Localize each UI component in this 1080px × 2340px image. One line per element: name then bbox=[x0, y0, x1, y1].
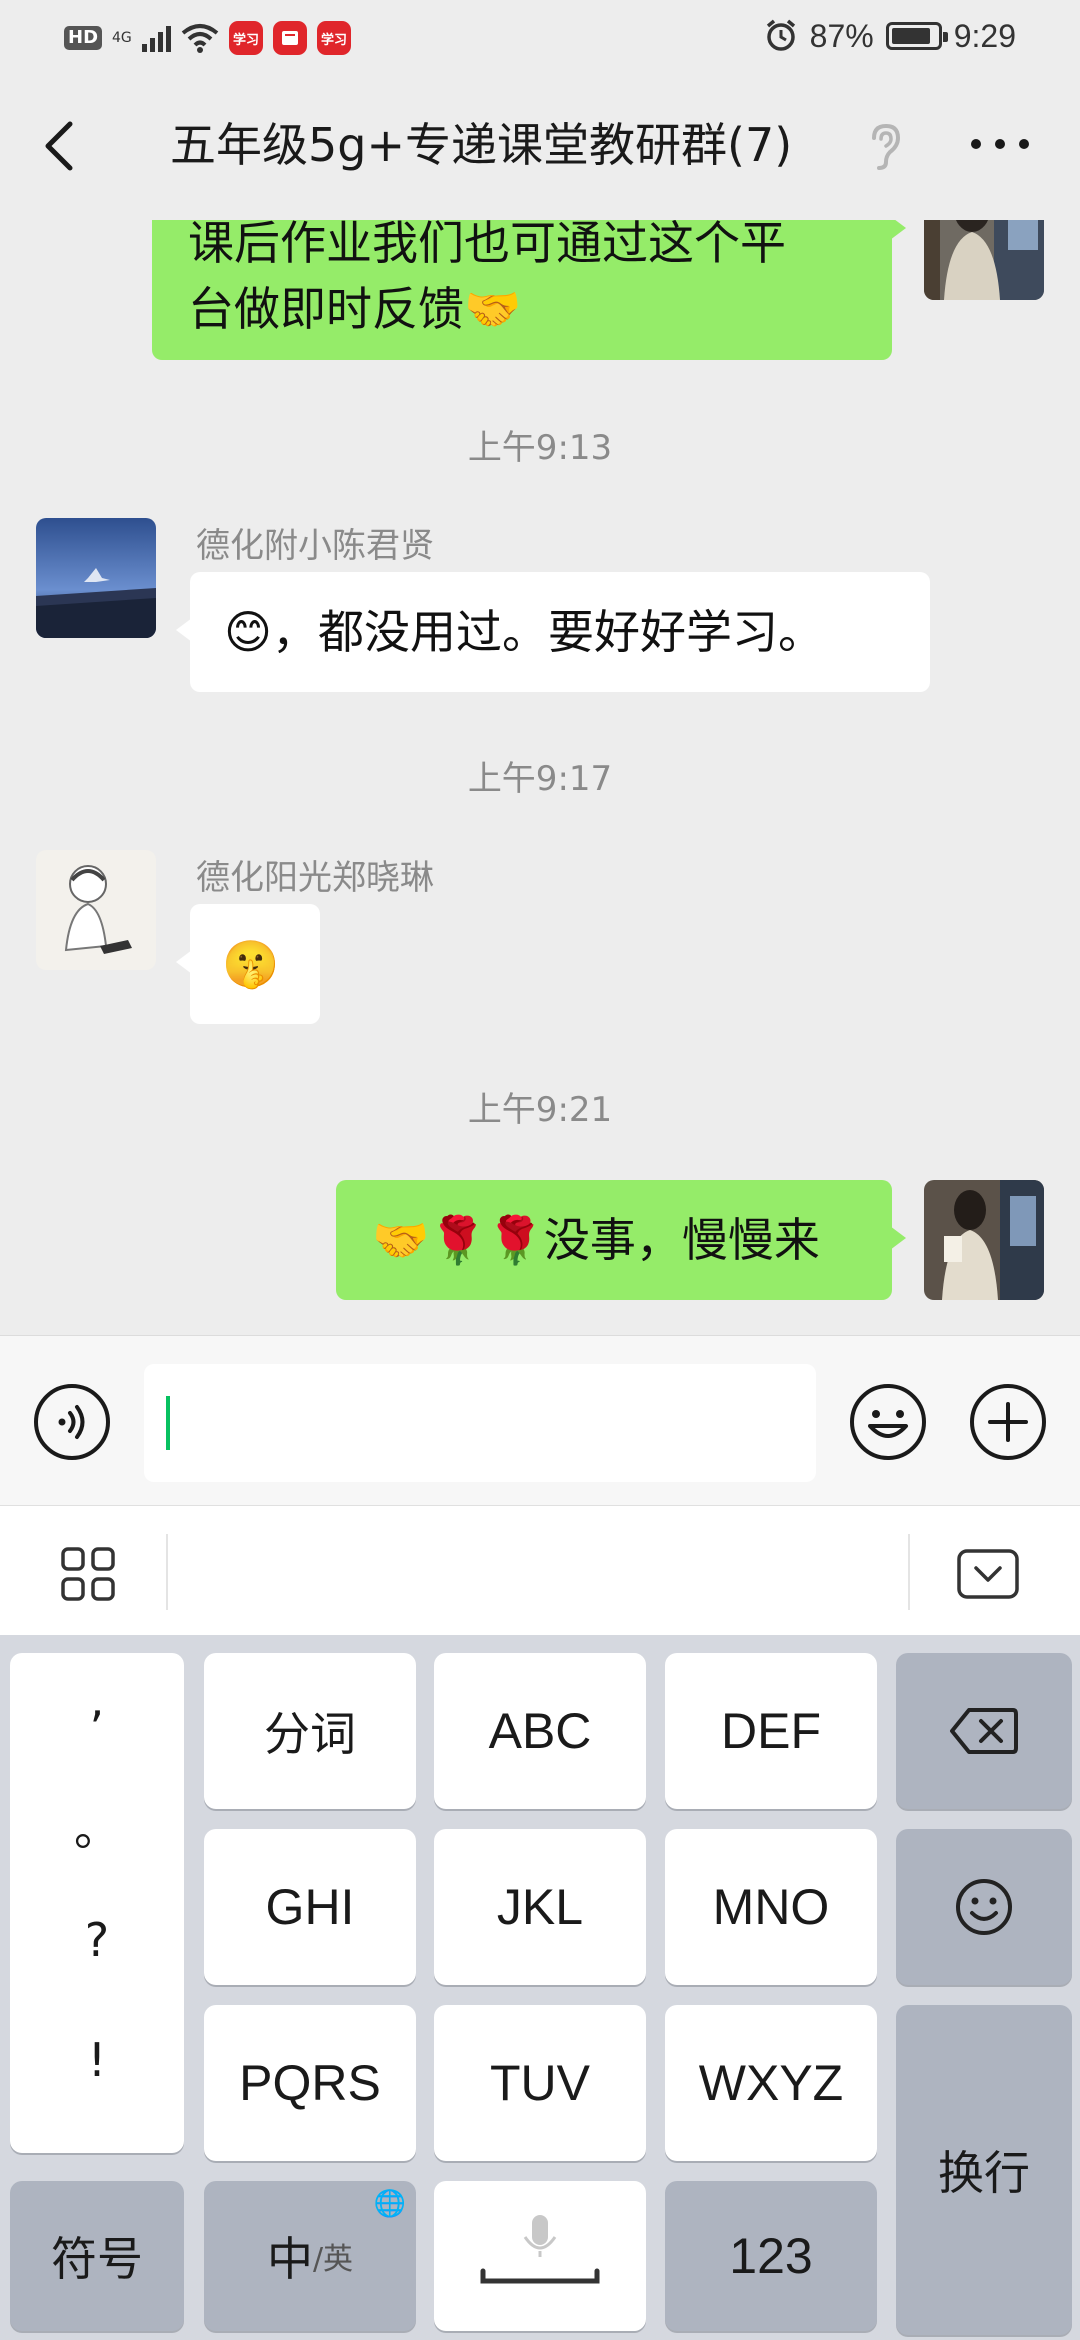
input-bar bbox=[0, 1335, 1080, 1505]
signal-icon bbox=[142, 24, 172, 52]
message-text: 🤫 bbox=[222, 937, 280, 991]
key-jkl[interactable]: JKL bbox=[434, 1829, 646, 1985]
smiley-icon bbox=[956, 1879, 1012, 1935]
key-pqrs[interactable]: PQRS bbox=[204, 2005, 416, 2161]
message-bubble-outgoing[interactable]: 课后作业我们也可通过这个平 台做即时反馈🤝 bbox=[152, 220, 906, 360]
emoji-icon[interactable] bbox=[848, 1382, 928, 1462]
key-def[interactable]: DEF bbox=[665, 1653, 877, 1809]
message-input[interactable] bbox=[144, 1364, 816, 1482]
symbols-key[interactable]: 符号 bbox=[10, 2181, 184, 2331]
message-bubble-incoming[interactable]: 😊，都没用过。要好好学习。 bbox=[176, 572, 930, 692]
clock: 9:29 bbox=[953, 17, 1016, 54]
key-segment[interactable]: 分词 bbox=[204, 1653, 416, 1809]
toolbar-divider bbox=[908, 1534, 910, 1610]
enter-button[interactable]: 换行 bbox=[896, 2005, 1072, 2335]
message-text: 🤝🌹🌹没事，慢慢来 bbox=[372, 1213, 820, 1267]
punct-key-comma[interactable]: , bbox=[10, 1673, 184, 1727]
sender-name: 德化阳光郑晓琳 bbox=[196, 858, 434, 898]
t9-keyboard: , 。 ? ! 分词 ABC DEF GHI JKL MNO PQRS TUV … bbox=[0, 1635, 1080, 2340]
key-tuv[interactable]: TUV bbox=[434, 2005, 646, 2161]
app-notification-icon-2: 学习 bbox=[317, 21, 352, 55]
message-text: 😊，都没用过。要好好学习。 bbox=[224, 605, 824, 659]
language-switch-key[interactable]: 中/英 🌐 bbox=[204, 2181, 416, 2331]
message-text-line: 台做即时反馈🤝 bbox=[188, 282, 522, 336]
back-arrow-icon[interactable] bbox=[36, 118, 84, 174]
language-sub: /英 bbox=[312, 2242, 354, 2277]
page-title: 五年级5g+专递课堂教研群(7) bbox=[170, 118, 793, 172]
key-abc[interactable]: ABC bbox=[434, 1653, 646, 1809]
message-bubble-incoming[interactable]: 🤫 bbox=[176, 904, 320, 1024]
voice-input-icon[interactable] bbox=[32, 1382, 112, 1462]
app-notification-icon: 学习 bbox=[229, 21, 264, 55]
status-bar: HD 4G 学习 学习 87% 9:29 bbox=[0, 0, 1080, 70]
message-text-line: 课后作业我们也可通过这个平 bbox=[188, 220, 786, 270]
message-timestamp: 上午9:21 bbox=[467, 1090, 613, 1130]
wifi-icon bbox=[181, 24, 219, 53]
battery-percent: 87% bbox=[809, 17, 874, 54]
battery-icon bbox=[885, 22, 948, 50]
chat-header: 五年级5g+专递课堂教研群(7) bbox=[0, 70, 1080, 220]
toolbar-divider bbox=[166, 1534, 168, 1610]
status-left: HD 4G 学习 学习 bbox=[64, 18, 352, 58]
hd-badge: HD bbox=[64, 26, 103, 50]
punct-key-exclaim[interactable]: ! bbox=[10, 2033, 184, 2087]
microphone-icon bbox=[480, 2215, 600, 2284]
avatar-self[interactable] bbox=[924, 220, 1044, 300]
network-type: 4G bbox=[112, 30, 132, 46]
ear-icon bbox=[872, 123, 901, 170]
text-cursor bbox=[166, 1396, 170, 1450]
avatar-sender[interactable] bbox=[36, 518, 156, 638]
language-main: 中 bbox=[266, 2232, 313, 2286]
book-app-icon bbox=[273, 21, 308, 55]
backspace-icon bbox=[950, 1708, 1018, 1754]
alarm-icon bbox=[766, 19, 795, 51]
message-timestamp: 上午9:17 bbox=[467, 759, 613, 799]
keyboard-toolbar bbox=[0, 1505, 1080, 1635]
key-mno[interactable]: MNO bbox=[665, 1829, 877, 1985]
chat-area[interactable]: 课后作业我们也可通过这个平 台做即时反馈🤝 上午9:13 德化附小陈君贤 😊，都… bbox=[0, 220, 1080, 1335]
numbers-key[interactable]: 123 bbox=[665, 2181, 877, 2331]
globe-icon: 🌐 bbox=[373, 2189, 406, 2219]
avatar-self[interactable] bbox=[924, 1180, 1044, 1300]
avatar-sender[interactable] bbox=[36, 850, 156, 970]
key-ghi[interactable]: GHI bbox=[204, 1829, 416, 1985]
message-bubble-outgoing[interactable]: 🤝🌹🌹没事，慢慢来 bbox=[336, 1180, 906, 1300]
message-timestamp: 上午9:13 bbox=[467, 428, 613, 468]
key-wxyz[interactable]: WXYZ bbox=[665, 2005, 877, 2161]
punct-key-question[interactable]: ? bbox=[10, 1913, 184, 1967]
punct-key-period[interactable]: 。 bbox=[10, 1793, 184, 1859]
plus-icon[interactable] bbox=[968, 1382, 1048, 1462]
more-options-icon[interactable] bbox=[968, 124, 1032, 164]
status-right: 87% 9:29 bbox=[764, 14, 1016, 58]
grid-menu-icon[interactable] bbox=[60, 1546, 116, 1602]
sender-name: 德化附小陈君贤 bbox=[196, 526, 434, 566]
backspace-button[interactable] bbox=[896, 1653, 1072, 1809]
space-key[interactable] bbox=[434, 2181, 646, 2331]
emoji-key[interactable] bbox=[896, 1829, 1072, 1985]
punctuation-column[interactable]: , 。 ? ! bbox=[10, 1653, 184, 2153]
hide-keyboard-icon[interactable] bbox=[956, 1548, 1020, 1600]
